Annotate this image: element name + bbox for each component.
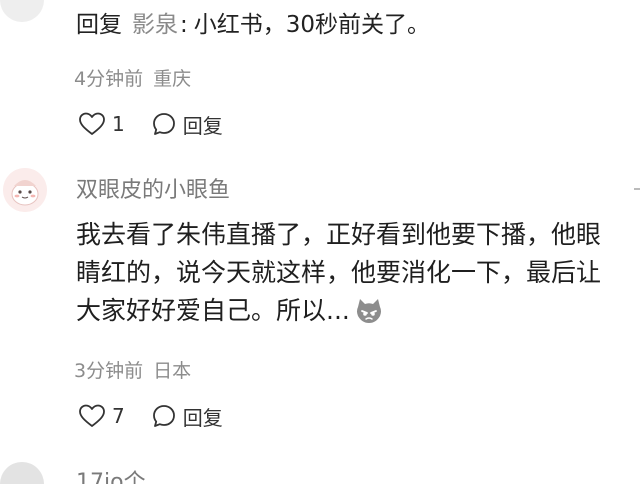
comment-like-count: 7 [112, 404, 125, 428]
next-comment-username[interactable]: 17jo个 [76, 464, 146, 484]
comment-reply-button[interactable]: 回复 [151, 402, 223, 431]
comment-line-3: 大家好好爱自己。所以... [76, 296, 350, 325]
comment-body: 我去看了朱伟直播了，正好看到他要下播，他眼 睛红的，说今天就这样，他要消化一下，… [76, 216, 640, 364]
reply-separator: : [180, 12, 188, 38]
reply-meta: 4分钟前 重庆 [74, 64, 191, 91]
reply-comment-text: 回复 影泉: 小红书，30秒前关了。 [76, 8, 430, 42]
comment-location: 日本 [153, 360, 192, 382]
reply-like-button[interactable]: 1 [78, 111, 125, 137]
reply-actions: 1 回复 [78, 109, 223, 139]
reply-location: 重庆 [153, 68, 192, 90]
reply-reply-button[interactable]: 回复 [151, 110, 223, 139]
comment-timestamp: 3分钟前 [74, 360, 144, 382]
avatar-partial[interactable] [0, 0, 44, 22]
comment-meta: 3分钟前 日本 [74, 356, 191, 383]
comment-bubble-icon [152, 405, 175, 427]
comment-line-3-wrap: 大家好好爱自己。所以... [76, 292, 640, 336]
reply-timestamp: 4分钟前 [74, 68, 144, 90]
comment-reply-label: 回复 [182, 405, 223, 430]
reply-prefix: 回复 [76, 12, 122, 38]
avatar[interactable] [3, 168, 47, 212]
heart-icon [79, 112, 105, 135]
comment-line-2: 睛红的，说今天就这样，他要消化一下，最后让 [76, 258, 602, 287]
comment-line-1: 我去看了朱伟直播了，正好看到他要下播，他眼 [76, 220, 602, 249]
cat-face-emoji-icon [354, 297, 384, 336]
reply-like-count: 1 [112, 112, 125, 136]
reply-reply-label: 回复 [182, 113, 223, 138]
heart-icon [79, 404, 105, 427]
comment-actions: 7 回复 [78, 401, 223, 431]
reply-body: 小红书，30秒前关了。 [193, 12, 431, 38]
reply-target-username[interactable]: 影泉 [132, 12, 178, 38]
comment-thread: 回复 影泉: 小红书，30秒前关了。 4分钟前 重庆 1 回复 双眼皮的小眼鱼 … [0, 0, 640, 484]
avatar-cartoon-icon [3, 168, 47, 212]
comment-like-button[interactable]: 7 [78, 403, 125, 429]
comment-bubble-icon [152, 113, 175, 135]
next-avatar[interactable] [0, 462, 44, 484]
more-indicator [634, 188, 640, 190]
comment-username[interactable]: 双眼皮的小眼鱼 [76, 172, 230, 204]
